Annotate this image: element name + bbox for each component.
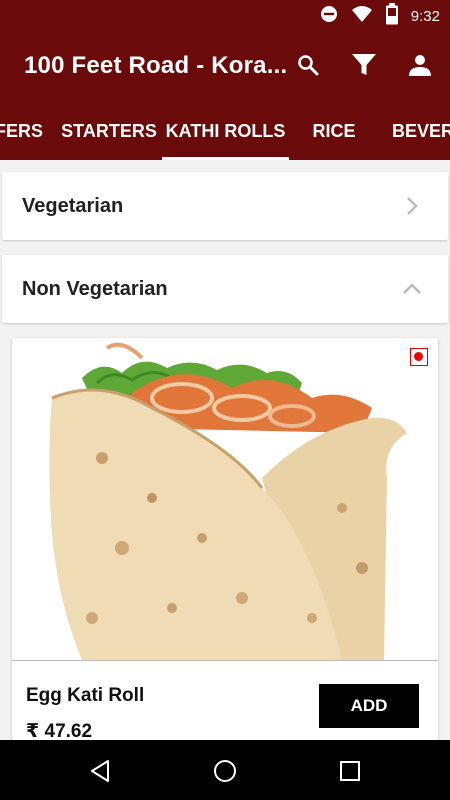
kathi-roll-photo [12,338,438,660]
tab-beverages[interactable]: BEVERAGES [392,102,450,160]
app-actions [294,50,434,80]
status-bar: 9:32 [0,0,450,32]
item-price: ₹ 47.62 [26,721,93,740]
home-icon[interactable] [212,758,238,784]
filter-icon[interactable] [350,50,378,80]
battery-icon [385,2,399,30]
wifi-icon [351,4,373,29]
do-not-disturb-icon [319,4,339,29]
section-vegetarian[interactable]: Vegetarian [2,172,448,240]
system-nav-bar [0,740,450,800]
tab-rice[interactable]: RICE [312,102,356,160]
category-tabs: OFFERS STARTERS KATHI ROLLS RICE BEVERAG… [0,102,450,160]
tab-starters[interactable]: STARTERS [60,102,158,160]
section-non-vegetarian[interactable]: Non Vegetarian [2,255,448,323]
non-veg-indicator-icon [410,348,428,366]
chevron-right-icon [402,196,422,216]
item-name: Egg Kati Roll [26,685,145,706]
status-icons: 9:32 [319,2,440,30]
menu-item-card[interactable]: Egg Kati Roll ₹ 47.62 ADD [12,338,438,740]
divider [12,660,438,661]
tab-kathi-rolls[interactable]: KATHI ROLLS [162,102,289,160]
tab-offers[interactable]: OFFERS [0,102,43,160]
account-icon[interactable] [406,50,434,80]
recents-icon[interactable] [337,758,363,784]
section-label: Vegetarian [22,195,124,217]
status-time: 9:32 [410,7,440,25]
search-icon[interactable] [294,50,322,80]
chevron-up-icon [402,279,422,299]
app-bar: 100 Feet Road - Kora... [0,32,450,102]
section-label: Non Vegetarian [22,278,168,300]
outlet-title[interactable]: 100 Feet Road - Kora... [24,52,287,80]
back-icon[interactable] [88,758,114,784]
menu-content: Vegetarian Non Vegetarian Egg Kati Roll … [0,160,450,740]
add-button[interactable]: ADD [319,684,419,728]
